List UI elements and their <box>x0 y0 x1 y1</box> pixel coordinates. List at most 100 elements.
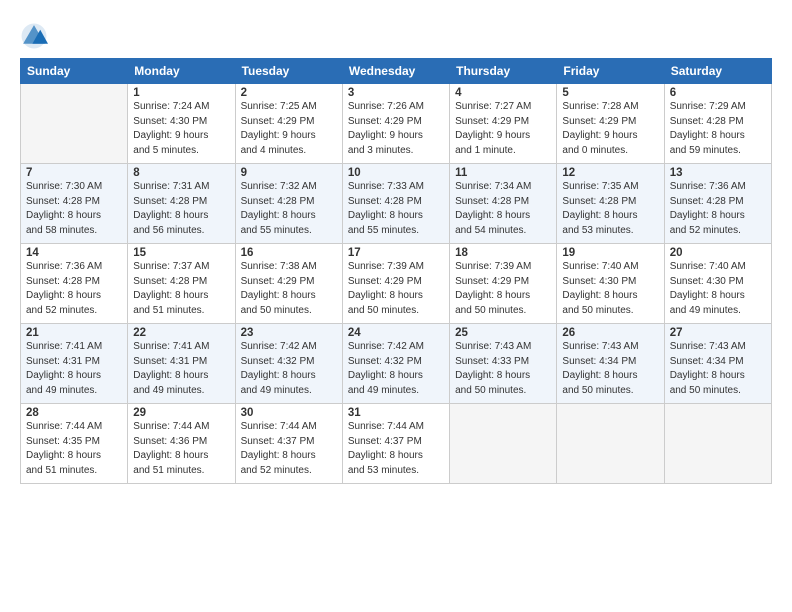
calendar-day-cell: 6Sunrise: 7:29 AM Sunset: 4:28 PM Daylig… <box>664 84 771 164</box>
calendar-day-cell: 26Sunrise: 7:43 AM Sunset: 4:34 PM Dayli… <box>557 324 664 404</box>
calendar-day-cell: 4Sunrise: 7:27 AM Sunset: 4:29 PM Daylig… <box>450 84 557 164</box>
day-info: Sunrise: 7:44 AM Sunset: 4:35 PM Dayligh… <box>26 420 122 478</box>
calendar-day-cell: 19Sunrise: 7:40 AM Sunset: 4:30 PM Dayli… <box>557 244 664 324</box>
calendar-day-cell <box>21 84 128 164</box>
calendar-day-cell: 3Sunrise: 7:26 AM Sunset: 4:29 PM Daylig… <box>342 84 449 164</box>
day-info: Sunrise: 7:36 AM Sunset: 4:28 PM Dayligh… <box>670 180 766 238</box>
day-number: 26 <box>562 327 658 339</box>
weekday-header-monday: Monday <box>128 59 235 84</box>
day-info: Sunrise: 7:41 AM Sunset: 4:31 PM Dayligh… <box>26 340 122 398</box>
day-info: Sunrise: 7:42 AM Sunset: 4:32 PM Dayligh… <box>241 340 337 398</box>
day-number: 6 <box>670 87 766 99</box>
day-number: 7 <box>26 167 122 179</box>
day-number: 29 <box>133 407 229 419</box>
day-number: 18 <box>455 247 551 259</box>
day-info: Sunrise: 7:35 AM Sunset: 4:28 PM Dayligh… <box>562 180 658 238</box>
calendar-day-cell <box>450 404 557 484</box>
calendar-week-row: 14Sunrise: 7:36 AM Sunset: 4:28 PM Dayli… <box>21 244 772 324</box>
logo-icon <box>20 22 48 50</box>
day-info: Sunrise: 7:36 AM Sunset: 4:28 PM Dayligh… <box>26 260 122 318</box>
day-info: Sunrise: 7:40 AM Sunset: 4:30 PM Dayligh… <box>562 260 658 318</box>
calendar-day-cell: 5Sunrise: 7:28 AM Sunset: 4:29 PM Daylig… <box>557 84 664 164</box>
calendar-day-cell: 20Sunrise: 7:40 AM Sunset: 4:30 PM Dayli… <box>664 244 771 324</box>
calendar-week-row: 21Sunrise: 7:41 AM Sunset: 4:31 PM Dayli… <box>21 324 772 404</box>
day-number: 9 <box>241 167 337 179</box>
day-number: 28 <box>26 407 122 419</box>
day-info: Sunrise: 7:44 AM Sunset: 4:37 PM Dayligh… <box>348 420 444 478</box>
day-number: 19 <box>562 247 658 259</box>
day-info: Sunrise: 7:31 AM Sunset: 4:28 PM Dayligh… <box>133 180 229 238</box>
day-number: 2 <box>241 87 337 99</box>
calendar-day-cell: 13Sunrise: 7:36 AM Sunset: 4:28 PM Dayli… <box>664 164 771 244</box>
calendar-week-row: 1Sunrise: 7:24 AM Sunset: 4:30 PM Daylig… <box>21 84 772 164</box>
calendar-day-cell: 23Sunrise: 7:42 AM Sunset: 4:32 PM Dayli… <box>235 324 342 404</box>
calendar-day-cell: 7Sunrise: 7:30 AM Sunset: 4:28 PM Daylig… <box>21 164 128 244</box>
day-number: 3 <box>348 87 444 99</box>
calendar-day-cell: 12Sunrise: 7:35 AM Sunset: 4:28 PM Dayli… <box>557 164 664 244</box>
day-number: 14 <box>26 247 122 259</box>
calendar-day-cell: 16Sunrise: 7:38 AM Sunset: 4:29 PM Dayli… <box>235 244 342 324</box>
calendar-day-cell: 22Sunrise: 7:41 AM Sunset: 4:31 PM Dayli… <box>128 324 235 404</box>
day-info: Sunrise: 7:44 AM Sunset: 4:37 PM Dayligh… <box>241 420 337 478</box>
calendar-day-cell: 2Sunrise: 7:25 AM Sunset: 4:29 PM Daylig… <box>235 84 342 164</box>
calendar-day-cell: 21Sunrise: 7:41 AM Sunset: 4:31 PM Dayli… <box>21 324 128 404</box>
calendar-day-cell: 10Sunrise: 7:33 AM Sunset: 4:28 PM Dayli… <box>342 164 449 244</box>
day-number: 4 <box>455 87 551 99</box>
day-number: 23 <box>241 327 337 339</box>
calendar-day-cell: 29Sunrise: 7:44 AM Sunset: 4:36 PM Dayli… <box>128 404 235 484</box>
calendar-day-cell: 15Sunrise: 7:37 AM Sunset: 4:28 PM Dayli… <box>128 244 235 324</box>
weekday-header-saturday: Saturday <box>664 59 771 84</box>
calendar-day-cell: 1Sunrise: 7:24 AM Sunset: 4:30 PM Daylig… <box>128 84 235 164</box>
day-info: Sunrise: 7:39 AM Sunset: 4:29 PM Dayligh… <box>455 260 551 318</box>
day-info: Sunrise: 7:30 AM Sunset: 4:28 PM Dayligh… <box>26 180 122 238</box>
logo <box>20 22 52 50</box>
day-info: Sunrise: 7:43 AM Sunset: 4:34 PM Dayligh… <box>670 340 766 398</box>
calendar-week-row: 28Sunrise: 7:44 AM Sunset: 4:35 PM Dayli… <box>21 404 772 484</box>
calendar-day-cell: 27Sunrise: 7:43 AM Sunset: 4:34 PM Dayli… <box>664 324 771 404</box>
calendar-day-cell: 25Sunrise: 7:43 AM Sunset: 4:33 PM Dayli… <box>450 324 557 404</box>
calendar-week-row: 7Sunrise: 7:30 AM Sunset: 4:28 PM Daylig… <box>21 164 772 244</box>
day-info: Sunrise: 7:39 AM Sunset: 4:29 PM Dayligh… <box>348 260 444 318</box>
day-number: 20 <box>670 247 766 259</box>
day-info: Sunrise: 7:33 AM Sunset: 4:28 PM Dayligh… <box>348 180 444 238</box>
day-info: Sunrise: 7:25 AM Sunset: 4:29 PM Dayligh… <box>241 100 337 158</box>
page: SundayMondayTuesdayWednesdayThursdayFrid… <box>0 0 792 612</box>
calendar-day-cell: 28Sunrise: 7:44 AM Sunset: 4:35 PM Dayli… <box>21 404 128 484</box>
day-number: 30 <box>241 407 337 419</box>
calendar-day-cell: 31Sunrise: 7:44 AM Sunset: 4:37 PM Dayli… <box>342 404 449 484</box>
calendar-day-cell <box>664 404 771 484</box>
weekday-header-friday: Friday <box>557 59 664 84</box>
weekday-header-wednesday: Wednesday <box>342 59 449 84</box>
day-number: 24 <box>348 327 444 339</box>
calendar-day-cell: 24Sunrise: 7:42 AM Sunset: 4:32 PM Dayli… <box>342 324 449 404</box>
day-number: 5 <box>562 87 658 99</box>
calendar-day-cell: 9Sunrise: 7:32 AM Sunset: 4:28 PM Daylig… <box>235 164 342 244</box>
day-number: 17 <box>348 247 444 259</box>
calendar-day-cell <box>557 404 664 484</box>
calendar-day-cell: 14Sunrise: 7:36 AM Sunset: 4:28 PM Dayli… <box>21 244 128 324</box>
day-number: 31 <box>348 407 444 419</box>
day-number: 10 <box>348 167 444 179</box>
day-number: 8 <box>133 167 229 179</box>
day-number: 27 <box>670 327 766 339</box>
day-number: 16 <box>241 247 337 259</box>
day-info: Sunrise: 7:29 AM Sunset: 4:28 PM Dayligh… <box>670 100 766 158</box>
weekday-header-row: SundayMondayTuesdayWednesdayThursdayFrid… <box>21 59 772 84</box>
calendar-day-cell: 11Sunrise: 7:34 AM Sunset: 4:28 PM Dayli… <box>450 164 557 244</box>
day-info: Sunrise: 7:44 AM Sunset: 4:36 PM Dayligh… <box>133 420 229 478</box>
calendar-day-cell: 8Sunrise: 7:31 AM Sunset: 4:28 PM Daylig… <box>128 164 235 244</box>
header <box>20 18 772 50</box>
day-info: Sunrise: 7:26 AM Sunset: 4:29 PM Dayligh… <box>348 100 444 158</box>
day-info: Sunrise: 7:28 AM Sunset: 4:29 PM Dayligh… <box>562 100 658 158</box>
day-number: 12 <box>562 167 658 179</box>
day-info: Sunrise: 7:38 AM Sunset: 4:29 PM Dayligh… <box>241 260 337 318</box>
day-number: 13 <box>670 167 766 179</box>
day-number: 22 <box>133 327 229 339</box>
day-number: 21 <box>26 327 122 339</box>
day-info: Sunrise: 7:40 AM Sunset: 4:30 PM Dayligh… <box>670 260 766 318</box>
day-number: 11 <box>455 167 551 179</box>
day-number: 15 <box>133 247 229 259</box>
day-info: Sunrise: 7:27 AM Sunset: 4:29 PM Dayligh… <box>455 100 551 158</box>
day-info: Sunrise: 7:24 AM Sunset: 4:30 PM Dayligh… <box>133 100 229 158</box>
calendar-day-cell: 17Sunrise: 7:39 AM Sunset: 4:29 PM Dayli… <box>342 244 449 324</box>
